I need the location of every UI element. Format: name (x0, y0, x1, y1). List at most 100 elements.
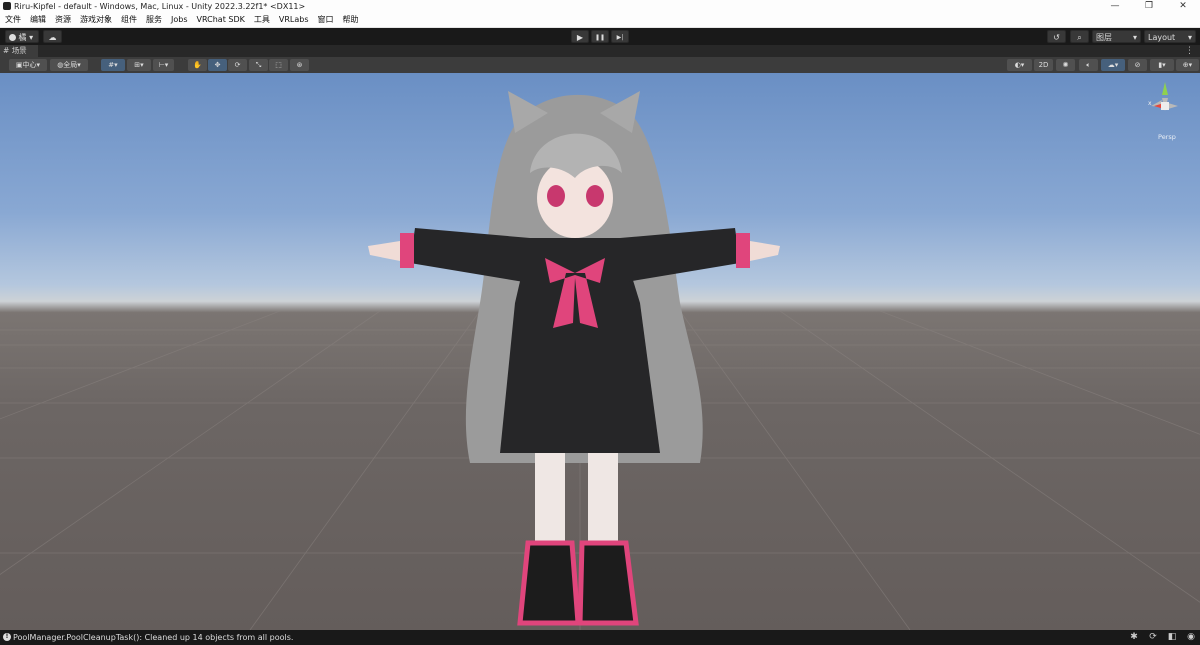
menu-assets[interactable]: 资源 (50, 13, 75, 27)
scene-viewport[interactable]: x Persp (0, 73, 1200, 630)
maximize-button[interactable]: ❐ (1132, 0, 1166, 13)
menu-vrlabs[interactable]: VRLabs (274, 13, 313, 27)
chevron-down-icon: ▾ (29, 33, 34, 42)
main-toolbar: 橘 ▾ ☁ ▶ ❚❚ ▶| ↺ ⌕ 图层 ▾ Layout ▾ (0, 28, 1200, 45)
snap-toggle[interactable]: ⊞▾ (127, 59, 151, 71)
menu-file[interactable]: 文件 (0, 13, 25, 27)
move-icon: ✥ (214, 61, 221, 69)
eye-slash-icon: ⊘ (1134, 61, 1141, 69)
menu-edit[interactable]: 编辑 (25, 13, 50, 27)
avatar-cuff-left (400, 233, 414, 268)
global-dropdown[interactable]: ◍全局▾ (50, 59, 88, 71)
menu-bar: 文件 编辑 资源 游戏对象 组件 服务 Jobs VRChat SDK 工具 V… (0, 13, 1200, 28)
more-options-icon[interactable]: ⋮ (1185, 45, 1194, 57)
rotate-icon: ⟳ (234, 61, 241, 69)
bug-icon[interactable]: ✱ (1129, 632, 1139, 642)
layers-dropdown[interactable]: 图层 ▾ (1092, 30, 1141, 43)
account-label: 橘 (18, 33, 27, 42)
avatar-hand-left (368, 241, 400, 261)
status-icons: ✱ ⟳ ◧ ◉ (1129, 632, 1196, 642)
cloud-button[interactable]: ☁ (43, 30, 62, 43)
sphere-icon: ◐▾ (1014, 61, 1025, 69)
chevron-down-icon: ▾ (77, 61, 81, 69)
menu-help[interactable]: 帮助 (338, 13, 363, 27)
grid-toggle[interactable]: #▾ (101, 59, 125, 71)
account-dropdown[interactable]: 橘 ▾ (5, 30, 39, 43)
pause-icon: ❚❚ (594, 34, 606, 41)
play-icon: ▶ (576, 33, 584, 42)
step-button[interactable]: ▶| (611, 30, 629, 43)
shading-mode-dropdown[interactable]: ◐▾ (1007, 59, 1032, 71)
pivot-label: 中心 (22, 61, 37, 69)
move-tool-button[interactable]: ✥ (208, 59, 227, 71)
progress-icon[interactable]: ◧ (1167, 632, 1177, 642)
menu-jobs[interactable]: Jobs (166, 13, 192, 27)
menu-vrchat-sdk[interactable]: VRChat SDK (192, 13, 249, 27)
scale-icon: ⤡ (255, 61, 262, 69)
pause-button[interactable]: ❚❚ (591, 30, 609, 43)
avatar-shoe-right (577, 540, 639, 626)
close-button[interactable]: ✕ (1166, 0, 1200, 13)
ruler-icon: ⊢▾ (158, 61, 169, 69)
grid-icon: #▾ (108, 61, 118, 69)
scene-tab-label: 场景 (11, 46, 27, 55)
gizmos-icon: ⊕▾ (1182, 61, 1193, 69)
menu-services[interactable]: 服务 (141, 13, 166, 27)
console-message[interactable]: PoolManager.PoolCleanupTask(): Cleaned u… (13, 630, 293, 645)
gizmos-dropdown[interactable]: ⊕▾ (1176, 59, 1199, 71)
menu-gameobject[interactable]: 游戏对象 (75, 13, 116, 27)
scale-tool-button[interactable]: ⤡ (249, 59, 268, 71)
avatar-eye-left (547, 185, 565, 207)
window-title: Riru-Kipfel - default - Windows, Mac, Li… (14, 2, 306, 11)
scene-visibility-toggle[interactable]: ⊘ (1128, 59, 1147, 71)
increment-snap-button[interactable]: ⊢▾ (153, 59, 174, 71)
rect-tool-button[interactable]: ⬚ (269, 59, 288, 71)
pivot-dropdown[interactable]: ▣中心▾ (9, 59, 47, 71)
scene-render (0, 91, 1200, 630)
layers-label: 图层 (1096, 33, 1112, 42)
scene-tab-strip: # 场景 ⋮ (0, 45, 1200, 57)
effects-dropdown[interactable]: ☁▾ (1101, 59, 1125, 71)
chevron-down-icon: ▾ (1187, 33, 1192, 42)
hand-tool-button[interactable]: ✋ (188, 59, 207, 71)
axis-gizmo-graphic (1151, 82, 1178, 111)
audio-toggle[interactable]: 🔈︎ (1079, 59, 1098, 71)
window-controls: — ❐ ✕ (1098, 0, 1200, 13)
rotate-tool-button[interactable]: ⟳ (228, 59, 247, 71)
tab-scene[interactable]: # 场景 (0, 45, 38, 57)
search-icon: ⌕ (1077, 33, 1082, 42)
speaker-icon: 🔈︎ (1086, 61, 1091, 69)
title-bar: Riru-Kipfel - default - Windows, Mac, Li… (0, 0, 1200, 13)
camera-dropdown[interactable]: ▮▾ (1150, 59, 1174, 71)
menu-tools[interactable]: 工具 (249, 13, 274, 27)
status-bar: ! PoolManager.PoolCleanupTask(): Cleaned… (0, 630, 1200, 645)
avatar-eye-right (586, 185, 604, 207)
scene-orientation-gizmo[interactable]: x Persp (1140, 73, 1200, 153)
undo-history-button[interactable]: ↺ (1047, 30, 1066, 43)
search-button[interactable]: ⌕ (1070, 30, 1089, 43)
menu-window[interactable]: 窗口 (313, 13, 338, 27)
avatar-leg-right (588, 453, 618, 543)
minimize-button[interactable]: — (1098, 0, 1132, 13)
rect-icon: ⬚ (275, 61, 282, 69)
avatar-leg-left (535, 453, 565, 543)
transform-tool-button[interactable]: ⊛ (290, 59, 309, 71)
mode-2d-button[interactable]: 2D (1034, 59, 1053, 71)
snap-icon: ⊞▾ (134, 61, 144, 69)
cloud-icon: ☁ (48, 33, 57, 42)
history-icon: ↺ (1053, 33, 1060, 42)
avatar-model[interactable] (368, 91, 780, 626)
eye-icon[interactable]: ◉ (1186, 632, 1196, 642)
hand-icon: ✋ (193, 61, 202, 69)
lightbulb-icon: ✺ (1062, 61, 1069, 69)
lighting-toggle[interactable]: ✺ (1056, 59, 1075, 71)
effects-icon: ☁▾ (1107, 61, 1119, 69)
unity-logo-icon (3, 2, 11, 10)
layout-dropdown[interactable]: Layout ▾ (1144, 30, 1196, 43)
scene-toolbar: ▣中心▾ ◍全局▾ #▾ ⊞▾ ⊢▾ ✋ ✥ ⟳ ⤡ ⬚ ⊛ ◐▾ 2D ✺ 🔈… (0, 57, 1200, 74)
menu-component[interactable]: 组件 (116, 13, 141, 27)
play-button[interactable]: ▶ (571, 30, 589, 43)
sync-icon[interactable]: ⟳ (1148, 632, 1158, 642)
projection-label[interactable]: Persp (1158, 133, 1176, 141)
pivot-icon: ▣ (15, 61, 23, 69)
